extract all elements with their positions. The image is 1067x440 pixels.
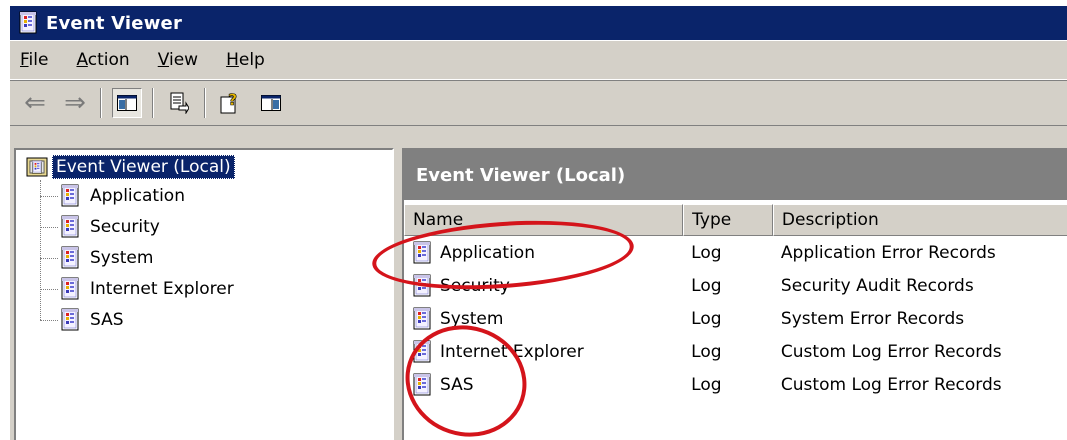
tree-item-label: Internet Explorer bbox=[90, 278, 234, 299]
log-icon bbox=[61, 246, 79, 268]
log-icon bbox=[61, 184, 79, 206]
menu-action[interactable]: Action bbox=[76, 50, 129, 70]
table-row[interactable]: Application Log Application Error Record… bbox=[404, 236, 1067, 269]
list-header: Name Type Description bbox=[404, 204, 1067, 236]
show-hide-action-pane-icon[interactable] bbox=[256, 88, 286, 118]
tree-item-label: System bbox=[90, 247, 154, 268]
row-type: Log bbox=[691, 308, 722, 329]
forward-arrow-icon[interactable]: ⇒ bbox=[60, 88, 90, 118]
row-name: Application bbox=[440, 242, 535, 263]
tree-item-internet-explorer[interactable]: Internet Explorer bbox=[16, 273, 392, 304]
row-description: Application Error Records bbox=[780, 242, 996, 263]
row-description: System Error Records bbox=[780, 308, 965, 329]
log-icon bbox=[61, 308, 79, 330]
toolbar: ⇐ ⇒ ? bbox=[10, 80, 1067, 126]
export-list-icon[interactable] bbox=[164, 88, 194, 118]
tree-item-security[interactable]: Security bbox=[16, 211, 392, 242]
result-pane: Event Viewer (Local) Name Type Descripti… bbox=[402, 148, 1067, 440]
log-icon bbox=[413, 373, 431, 395]
table-row[interactable]: System Log System Error Records bbox=[404, 302, 1067, 335]
tree-connector bbox=[40, 319, 58, 321]
result-pane-title: Event Viewer (Local) bbox=[404, 150, 1067, 200]
row-type: Log bbox=[691, 275, 722, 296]
row-description: Security Audit Records bbox=[780, 275, 974, 296]
event-viewer-root-icon bbox=[26, 157, 48, 177]
tree-item-label: SAS bbox=[90, 309, 124, 330]
tree-root-event-viewer[interactable]: Event Viewer (Local) bbox=[16, 154, 392, 180]
log-icon bbox=[61, 215, 79, 237]
show-hide-tree-icon[interactable] bbox=[112, 88, 142, 118]
tree-connector bbox=[40, 288, 58, 290]
log-icon bbox=[413, 274, 431, 296]
log-icon bbox=[61, 277, 79, 299]
column-header-type[interactable]: Type bbox=[683, 204, 773, 236]
log-icon bbox=[413, 241, 431, 263]
row-description: Custom Log Error Records bbox=[780, 374, 1002, 395]
tree-item-application[interactable]: Application bbox=[16, 180, 392, 211]
column-header-name[interactable]: Name bbox=[404, 204, 684, 236]
tree-item-label: Application bbox=[90, 185, 185, 206]
toolbar-separator bbox=[204, 88, 206, 118]
tree-item-label: Security bbox=[90, 216, 160, 237]
row-name: Internet Explorer bbox=[440, 341, 584, 362]
tree-item-system[interactable]: System bbox=[16, 242, 392, 273]
event-viewer-window: Event Viewer File Action View Help ⇐ ⇒ ? bbox=[8, 6, 1067, 440]
row-type: Log bbox=[691, 242, 722, 263]
toolbar-separator bbox=[152, 88, 154, 118]
event-viewer-app-icon bbox=[19, 11, 37, 34]
row-name: System bbox=[440, 308, 504, 329]
window-title: Event Viewer bbox=[46, 12, 183, 34]
log-icon bbox=[413, 307, 431, 329]
menu-help[interactable]: Help bbox=[226, 50, 265, 70]
table-row[interactable]: Internet Explorer Log Custom Log Error R… bbox=[404, 335, 1067, 368]
table-row[interactable]: SAS Log Custom Log Error Records bbox=[404, 368, 1067, 401]
menu-file[interactable]: File bbox=[20, 50, 48, 70]
log-icon bbox=[413, 340, 431, 362]
tree-root-label: Event Viewer (Local) bbox=[52, 155, 235, 179]
row-description: Custom Log Error Records bbox=[780, 341, 1002, 362]
help-icon[interactable]: ? bbox=[216, 88, 246, 118]
back-arrow-icon[interactable]: ⇐ bbox=[20, 88, 50, 118]
tree-connector bbox=[40, 257, 58, 259]
row-type: Log bbox=[691, 341, 722, 362]
console-tree: Event Viewer (Local) Application Securit… bbox=[14, 148, 394, 440]
title-bar[interactable]: Event Viewer bbox=[10, 6, 1067, 40]
row-type: Log bbox=[691, 374, 722, 395]
menu-view[interactable]: View bbox=[158, 50, 198, 70]
svg-text:?: ? bbox=[228, 92, 237, 109]
column-header-description[interactable]: Description bbox=[772, 204, 1067, 236]
toolbar-separator bbox=[100, 88, 102, 118]
tree-connector bbox=[40, 195, 58, 197]
tree-connector bbox=[40, 226, 58, 228]
tree-item-sas[interactable]: SAS bbox=[16, 304, 392, 335]
row-name: Security bbox=[440, 275, 510, 296]
menu-bar: File Action View Help bbox=[10, 40, 1067, 80]
row-name: SAS bbox=[440, 374, 474, 395]
table-row[interactable]: Security Log Security Audit Records bbox=[404, 269, 1067, 302]
